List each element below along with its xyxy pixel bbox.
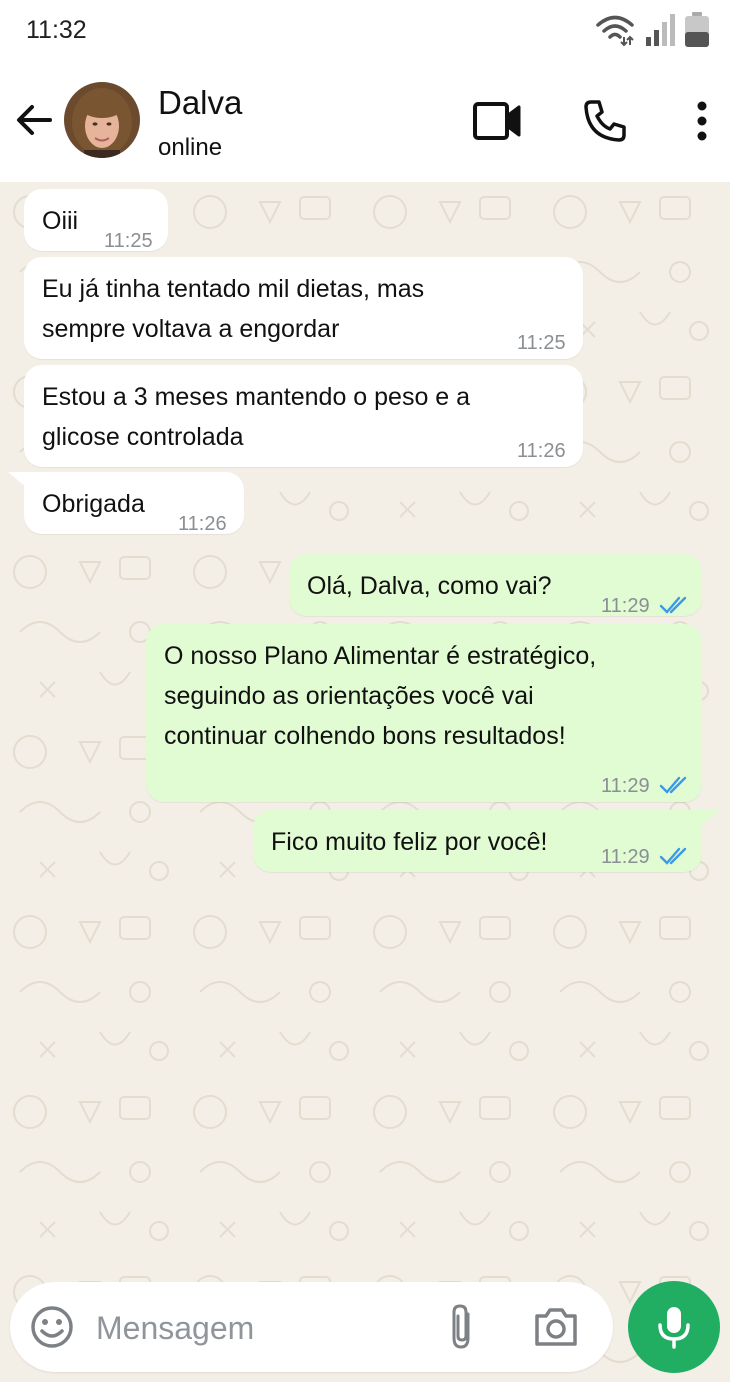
- wifi-icon: [596, 15, 634, 47]
- message-bubble-outgoing[interactable]: Fico muito feliz por você! 11:29: [253, 810, 702, 872]
- battery-icon: [685, 12, 709, 47]
- message-bubble-incoming[interactable]: Oiii 11:25: [24, 189, 168, 252]
- chat-header: Dalva online: [0, 62, 730, 182]
- message-input[interactable]: Mensagem: [96, 1310, 254, 1347]
- signal-icon: [646, 14, 675, 46]
- mic-icon: [658, 1307, 690, 1349]
- message-time: 11:25: [517, 332, 566, 354]
- voice-message-button[interactable]: [628, 1281, 720, 1373]
- message-bubble-incoming[interactable]: Estou a 3 meses mantendo o peso e a glic…: [24, 365, 583, 467]
- message-text: Estou a 3 meses mantendo o peso e a glic…: [42, 383, 471, 451]
- message-text: Olá, Dalva, como vai?: [307, 572, 552, 600]
- phone-icon: [584, 100, 626, 142]
- emoji-button[interactable]: [30, 1305, 74, 1349]
- message-text: Obrigada: [42, 490, 145, 518]
- status-icons: [596, 10, 710, 50]
- back-arrow-icon: [17, 105, 52, 135]
- message-bubble-incoming[interactable]: Obrigada 11:26: [24, 472, 244, 535]
- message-text: Fico muito feliz por você!: [271, 828, 548, 856]
- message-text: Oiii: [42, 207, 79, 235]
- emoji-icon: [31, 1306, 73, 1348]
- message-time: 11:29: [601, 595, 650, 617]
- message-time: 11:29: [601, 846, 650, 868]
- message-bubble-outgoing[interactable]: O nosso Plano Alimentar é estratégico, s…: [146, 624, 702, 802]
- double-check-icon: [659, 776, 687, 794]
- contact-status: online: [158, 134, 223, 161]
- camera-button[interactable]: [532, 1304, 580, 1350]
- attach-button[interactable]: [442, 1302, 482, 1352]
- message-time: 11:25: [104, 230, 153, 252]
- message-bubble-outgoing[interactable]: Olá, Dalva, como vai? 11:29: [289, 554, 702, 617]
- chat-area[interactable]: Oiii 11:25 Eu já tinha tentado mil dieta…: [0, 182, 730, 1382]
- video-call-icon: [473, 102, 521, 140]
- message-bubble-incoming[interactable]: Eu já tinha tentado mil dietas, mas semp…: [24, 257, 583, 359]
- contact-name[interactable]: Dalva: [158, 84, 242, 122]
- message-text: Eu já tinha tentado mil dietas, mas semp…: [42, 275, 425, 343]
- status-time: 11:32: [26, 16, 87, 44]
- message-time: 11:26: [178, 513, 227, 535]
- message-time: 11:26: [517, 440, 566, 462]
- message-text: O nosso Plano Alimentar é estratégico, s…: [164, 642, 597, 750]
- video-call-button[interactable]: [470, 96, 524, 146]
- more-options-button[interactable]: [675, 96, 729, 146]
- more-options-icon: [697, 101, 707, 141]
- attach-icon: [452, 1304, 470, 1349]
- avatar[interactable]: [64, 82, 140, 158]
- double-check-icon: [659, 847, 687, 865]
- message-composer[interactable]: Mensagem: [10, 1282, 613, 1372]
- double-check-icon: [659, 596, 687, 614]
- camera-icon: [535, 1308, 577, 1346]
- back-button[interactable]: [12, 98, 56, 142]
- message-time: 11:29: [601, 775, 650, 797]
- voice-call-button[interactable]: [578, 96, 632, 146]
- status-bar: 11:32: [0, 0, 730, 62]
